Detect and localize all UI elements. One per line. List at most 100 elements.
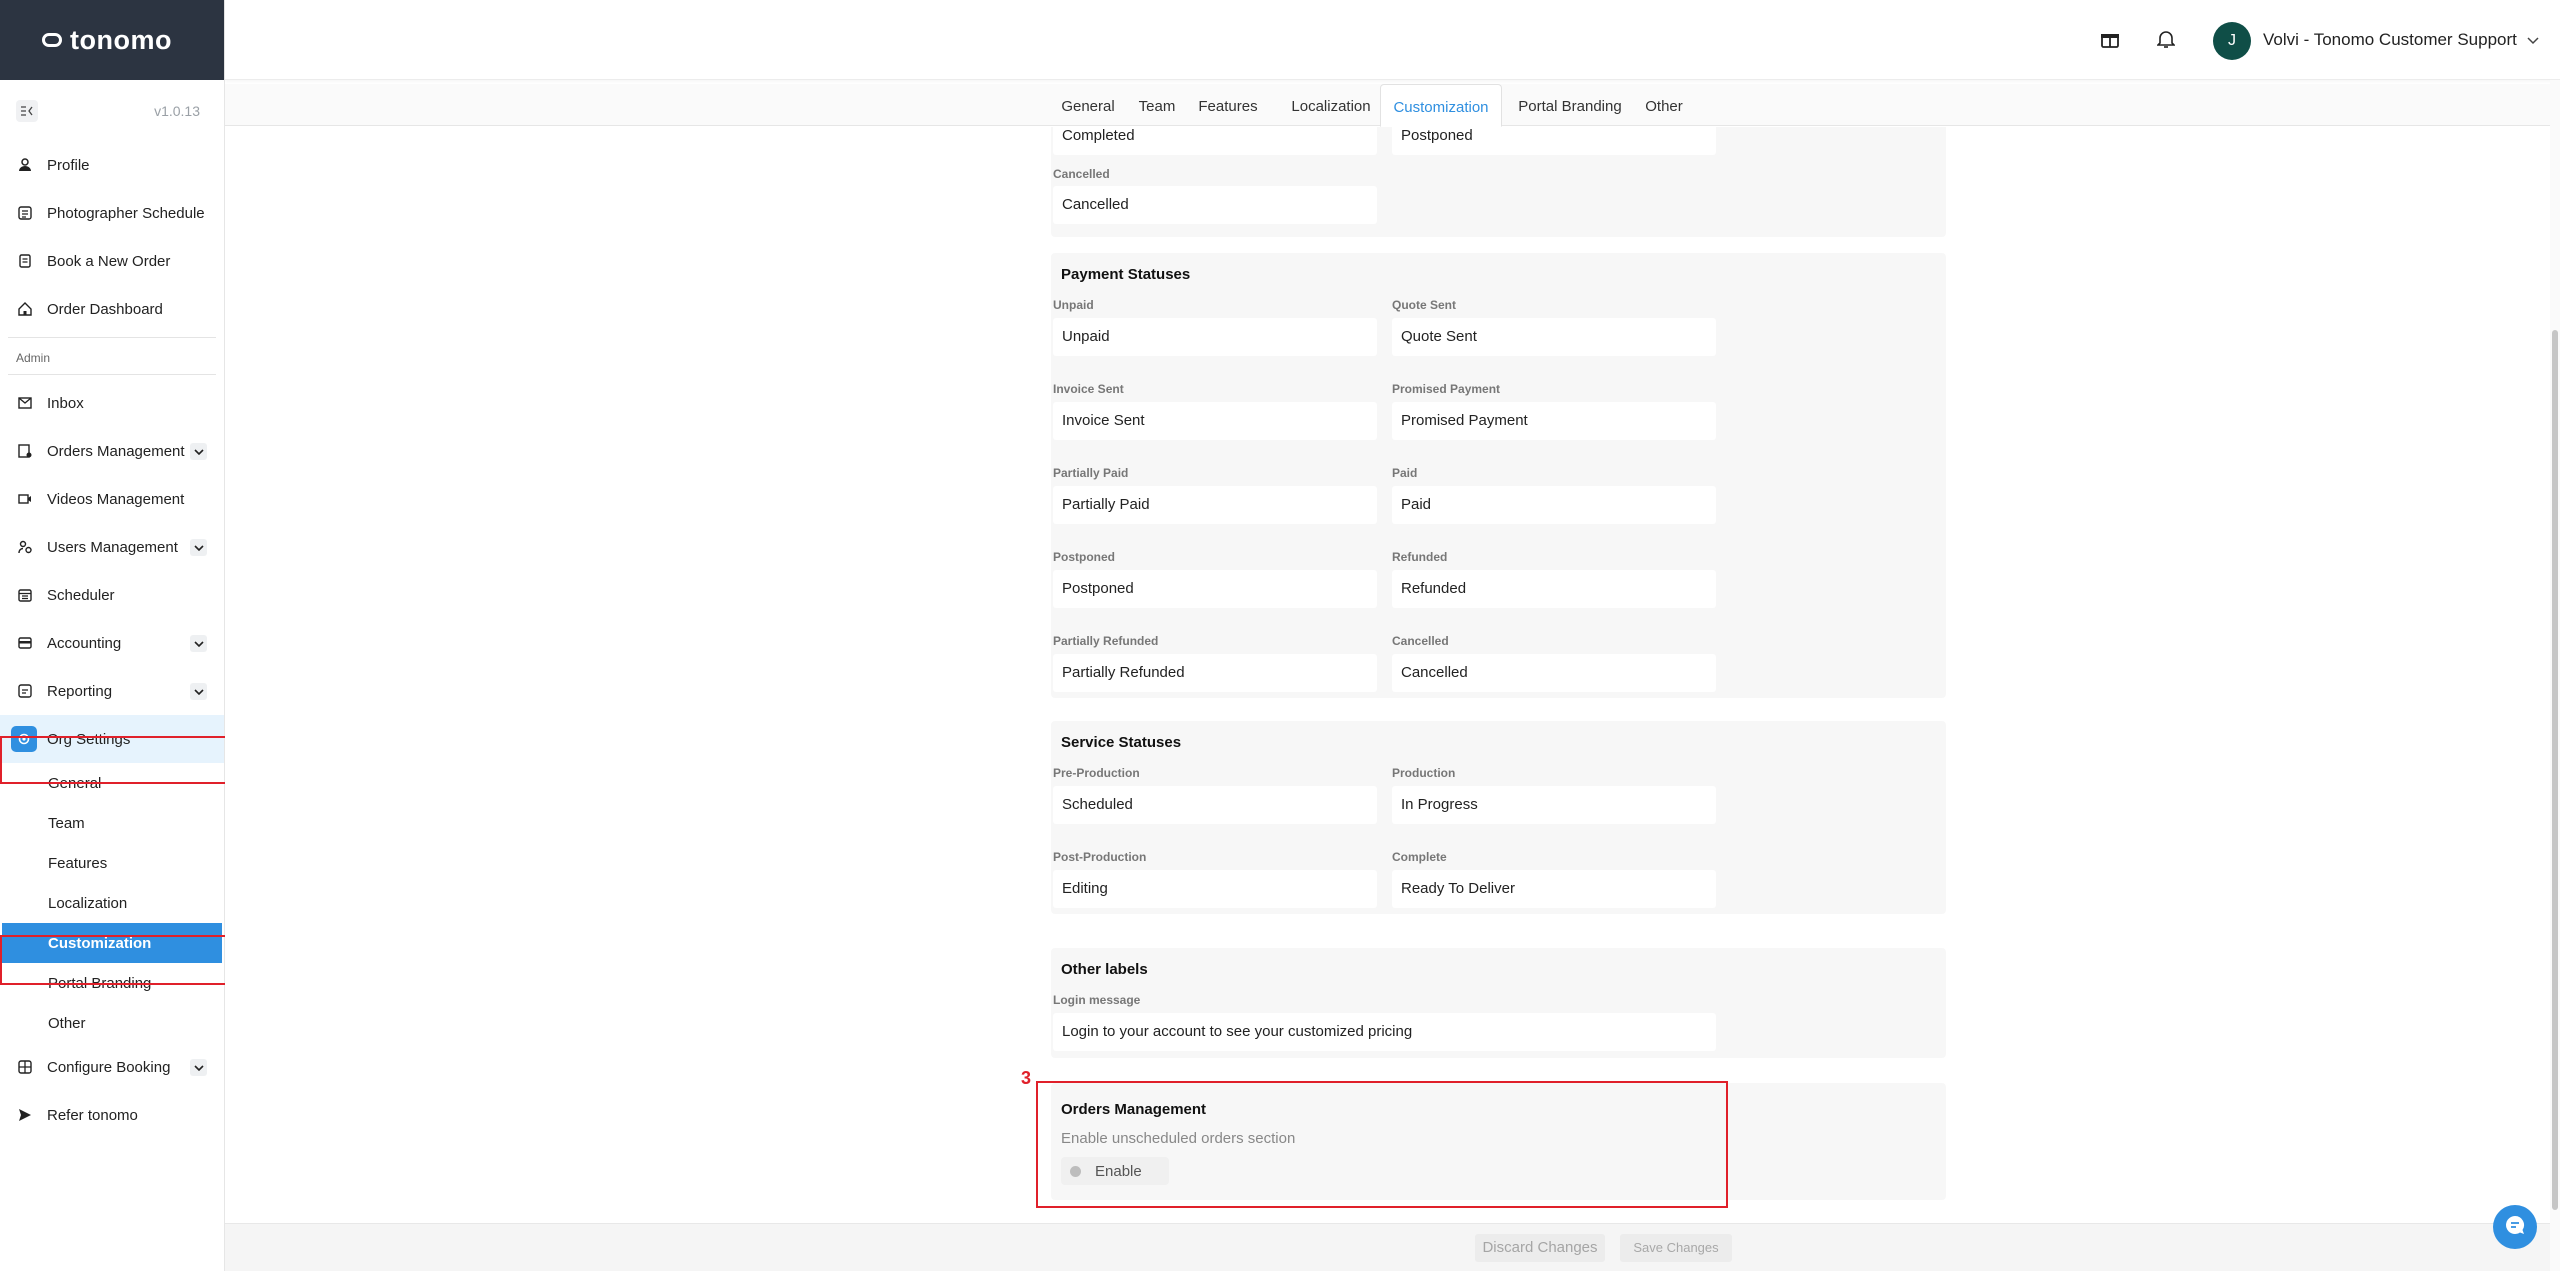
card-title: Payment Statuses	[1061, 266, 1191, 283]
submenu-item-localization[interactable]: Localization	[0, 883, 224, 923]
service-field-complete[interactable]: Ready To Deliver	[1392, 870, 1716, 908]
sidebar-item-label: Inbox	[47, 394, 84, 412]
status-field-postponed[interactable]: Postponed	[1392, 127, 1716, 155]
service-statuses-card: Service Statuses Pre-Production Schedule…	[1051, 721, 1946, 914]
chat-icon	[2504, 1214, 2526, 1240]
scrollbar-thumb[interactable]	[2552, 330, 2558, 1210]
status-field-cancelled[interactable]: Cancelled	[1053, 186, 1377, 224]
submenu-item-features[interactable]: Features	[0, 843, 224, 883]
sidebar-item-photographer-schedule[interactable]: Photographer Schedule	[0, 189, 224, 237]
user-name[interactable]: Volvi - Tonomo Customer Support	[2263, 30, 2517, 50]
sidebar-item-label: Profile	[47, 156, 90, 174]
avatar[interactable]: J	[2213, 22, 2251, 60]
chevron-down-icon[interactable]	[2527, 32, 2539, 49]
sidebar-item-book-new-order[interactable]: Book a New Order	[0, 237, 224, 285]
payment-field-postponed[interactable]: Postponed	[1053, 570, 1377, 608]
payment-field-partially-refunded[interactable]: Partially Refunded	[1053, 654, 1377, 692]
highlight-number-3: 3	[1021, 1068, 1032, 1088]
calendar-icon	[17, 587, 33, 603]
sidebar-item-refer-tonomo[interactable]: Refer tonomo	[0, 1091, 224, 1139]
bell-icon[interactable]	[2154, 27, 2178, 51]
wallet-icon	[17, 635, 33, 651]
tab-team[interactable]: Team	[1132, 84, 1182, 127]
field-label: Cancelled	[1392, 634, 1449, 648]
other-labels-card: Other labels Login message Login to your…	[1051, 948, 1946, 1058]
discard-changes-button[interactable]: Discard Changes	[1475, 1234, 1605, 1262]
payment-field-partially-paid[interactable]: Partially Paid	[1053, 486, 1377, 524]
sidebar-divider	[8, 374, 216, 375]
payment-field-quote-sent[interactable]: Quote Sent	[1392, 318, 1716, 356]
tab-features[interactable]: Features	[1193, 84, 1263, 127]
orders-icon	[17, 443, 33, 459]
field-label: Pre-Production	[1053, 766, 1140, 780]
report-icon	[17, 683, 33, 699]
sidebar-item-profile[interactable]: Profile	[0, 141, 224, 189]
payment-field-paid[interactable]: Paid	[1392, 486, 1716, 524]
sidebar-item-label: Book a New Order	[47, 252, 171, 270]
field-label: Login message	[1053, 993, 1141, 1007]
tab-general[interactable]: General	[1056, 84, 1120, 127]
payment-field-refunded[interactable]: Refunded	[1392, 570, 1716, 608]
customization-content: Completed Postponed Cancelled Cancelled …	[225, 127, 2550, 1223]
sidebar-item-order-dashboard[interactable]: Order Dashboard	[0, 285, 224, 333]
status-field-completed[interactable]: Completed	[1053, 127, 1377, 155]
sidebar-item-scheduler[interactable]: Scheduler	[0, 571, 224, 619]
chevron-down-icon[interactable]	[190, 1059, 207, 1076]
users-icon	[17, 539, 33, 555]
home-icon	[17, 301, 33, 317]
sidebar-item-label: Reporting	[47, 682, 113, 700]
save-changes-button[interactable]: Save Changes	[1620, 1234, 1732, 1262]
clipboard-icon	[17, 253, 33, 269]
service-field-production[interactable]: In Progress	[1392, 786, 1716, 824]
payment-field-unpaid[interactable]: Unpaid	[1053, 318, 1377, 356]
submenu-item-other[interactable]: Other	[0, 1003, 224, 1043]
video-icon	[17, 491, 33, 507]
version-label: v1.0.13	[154, 103, 200, 119]
field-label: Promised Payment	[1392, 382, 1501, 396]
tab-portal-branding[interactable]: Portal Branding	[1510, 84, 1630, 127]
login-message-field[interactable]: Login to your account to see your custom…	[1053, 1013, 1716, 1051]
sidebar-item-label: Videos Management	[47, 490, 185, 508]
sidebar-item-accounting[interactable]: Accounting	[0, 619, 224, 667]
collapse-sidebar-icon[interactable]	[16, 100, 38, 122]
sidebar-item-label: Accounting	[47, 634, 122, 652]
user-icon	[17, 157, 33, 173]
gift-icon[interactable]	[2098, 27, 2122, 51]
chat-support-button[interactable]	[2493, 1205, 2537, 1249]
send-icon	[17, 1107, 33, 1123]
order-statuses-card: Completed Postponed Cancelled Cancelled	[1051, 127, 1946, 237]
field-label: Partially Refunded	[1053, 634, 1159, 648]
payment-field-cancelled[interactable]: Cancelled	[1392, 654, 1716, 692]
service-field-pre-production[interactable]: Scheduled	[1053, 786, 1377, 824]
sidebar-item-configure-booking[interactable]: Configure Booking	[0, 1043, 224, 1091]
sidebar-item-videos-management[interactable]: Videos Management	[0, 475, 224, 523]
chevron-down-icon[interactable]	[190, 443, 207, 460]
sidebar-divider	[8, 337, 216, 338]
service-field-post-production[interactable]: Editing	[1053, 870, 1377, 908]
sidebar-item-label: Photographer Schedule	[47, 204, 205, 222]
logo-bar[interactable]: tonomo	[0, 0, 224, 80]
chevron-down-icon[interactable]	[190, 683, 207, 700]
org-settings-submenu: General Team Features Localization Custo…	[0, 763, 224, 1043]
tab-other[interactable]: Other	[1639, 84, 1689, 127]
field-label: Cancelled	[1053, 167, 1110, 181]
submenu-item-team[interactable]: Team	[0, 803, 224, 843]
sidebar-item-orders-management[interactable]: Orders Management	[0, 427, 224, 475]
field-label: Refunded	[1392, 550, 1448, 564]
chevron-down-icon[interactable]	[190, 539, 207, 556]
tab-customization[interactable]: Customization	[1380, 84, 1502, 127]
payment-field-invoice-sent[interactable]: Invoice Sent	[1053, 402, 1377, 440]
logo-text: tonomo	[70, 24, 172, 55]
sidebar-item-reporting[interactable]: Reporting	[0, 667, 224, 715]
footer-actions: Discard Changes Save Changes	[225, 1223, 2550, 1271]
tab-localization[interactable]: Localization	[1283, 84, 1379, 127]
sidebar-item-users-management[interactable]: Users Management	[0, 523, 224, 571]
payment-field-promised-payment[interactable]: Promised Payment	[1392, 402, 1716, 440]
scrollbar[interactable]	[2550, 80, 2560, 1271]
sidebar-item-inbox[interactable]: Inbox	[0, 379, 224, 427]
field-label: Postponed	[1053, 550, 1115, 564]
chevron-down-icon[interactable]	[190, 635, 207, 652]
field-label: Post-Production	[1053, 850, 1147, 864]
highlight-box-1	[0, 736, 232, 784]
field-label: Paid	[1392, 466, 1418, 480]
